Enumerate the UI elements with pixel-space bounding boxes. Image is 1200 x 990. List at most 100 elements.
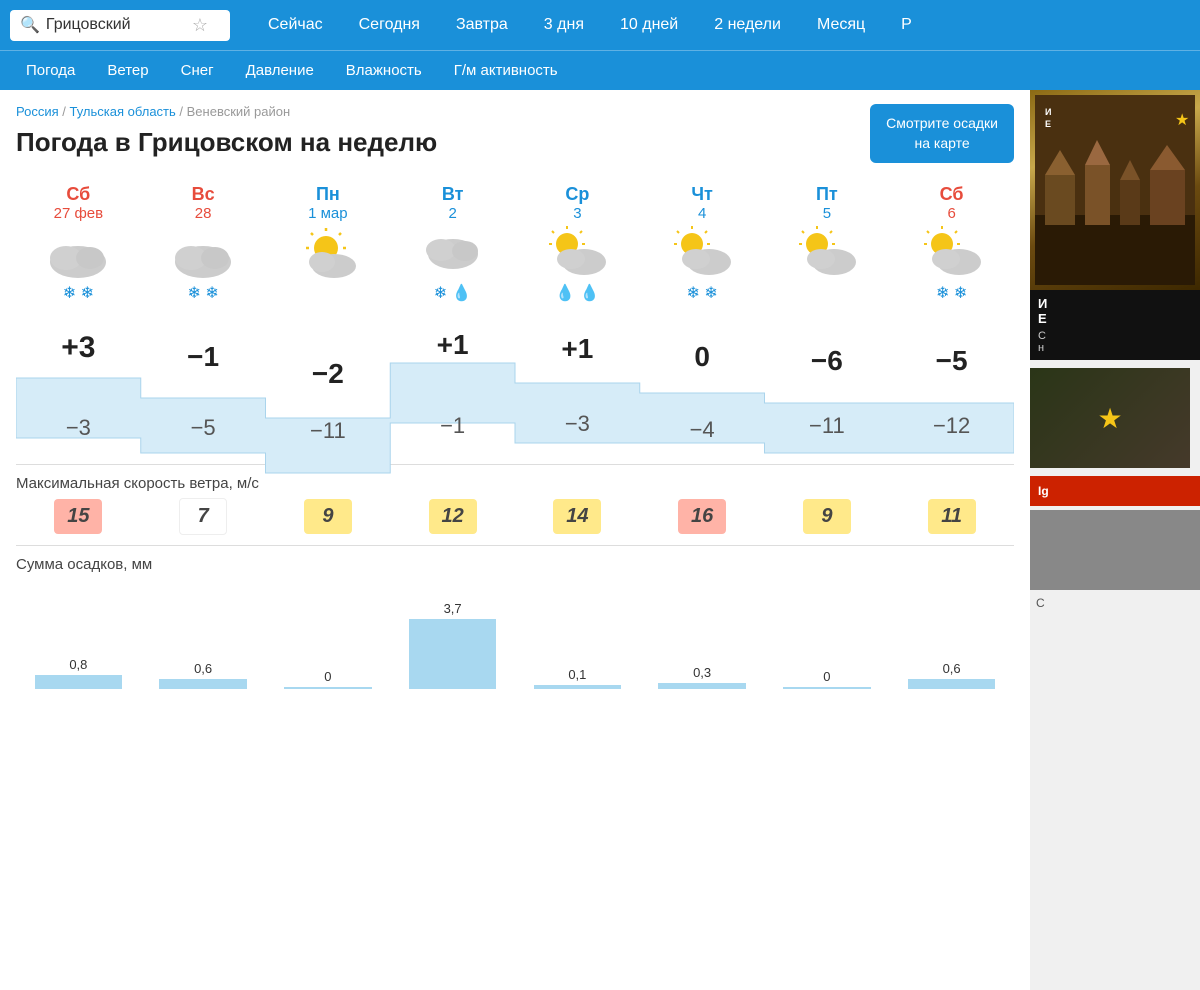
temp-col-6: −6 −11 (765, 323, 890, 444)
temp-lo-3: −1 (440, 361, 465, 439)
temp-lo-1: −5 (191, 373, 216, 441)
header-row: Россия / Тульская область / Веневский ра… (16, 104, 1014, 172)
icon-col-0 (16, 224, 141, 279)
temp-lo-4: −3 (565, 365, 590, 437)
day-name-3: Вт (442, 184, 464, 205)
temp-lo-0: −3 (66, 365, 91, 441)
precip-val-2: 0 (324, 669, 331, 684)
sidebar-ad2: ★ (1030, 368, 1190, 468)
icon-col-7 (889, 224, 1014, 279)
precip-bar-col-0: 0,8 (16, 579, 141, 689)
wind-col-7: 11 (889, 498, 1014, 535)
nav-link-more[interactable]: Р (883, 0, 930, 50)
day-date-4: 3 (573, 205, 581, 222)
weather-icon-0 (38, 224, 118, 279)
precip-icon-5: ❄ ❄ (686, 283, 717, 303)
precip-icon-3: ❄ 💧 (434, 283, 472, 303)
precip-bar-col-1: 0,6 (141, 579, 266, 689)
nav-link-today[interactable]: Сегодня (341, 0, 438, 50)
subnav-pressure[interactable]: Давление (230, 51, 330, 91)
temp-hi-4: +1 (561, 323, 593, 365)
precip-bar-1 (159, 679, 246, 689)
sidebar-ad3: Ig (1030, 476, 1200, 506)
precip-label: Сумма осадков, мм (16, 556, 1014, 573)
temp-lo-7: −12 (933, 377, 970, 439)
sidebar-ad3-text: Ig (1038, 484, 1049, 498)
nav-link-month[interactable]: Месяц (799, 0, 883, 50)
svg-text:И: И (1045, 107, 1051, 117)
svg-text:★: ★ (1175, 112, 1189, 129)
search-input[interactable] (46, 16, 186, 34)
temp-col-1: −1 −5 (141, 323, 266, 444)
subnav-wind[interactable]: Ветер (91, 51, 164, 91)
day-date-3: 2 (448, 205, 456, 222)
day-name-6: Пт (816, 184, 838, 205)
breadcrumb-region[interactable]: Тульская область (70, 104, 176, 119)
temperature-section: +3 −3 −1 −5 −2 −11 +1 −1 (16, 323, 1014, 444)
page-title: Погода в Грицовском на неделю (16, 127, 437, 158)
precip-bar-6 (783, 687, 870, 689)
search-box[interactable]: 🔍 ☆ (10, 10, 230, 41)
icon-col-6 (765, 224, 890, 279)
wind-row: 15 7 9 12 14 16 9 (16, 498, 1014, 535)
search-icon: 🔍 (20, 15, 40, 35)
content-area: Россия / Тульская область / Веневский ра… (0, 90, 1030, 990)
subnav-humidity[interactable]: Влажность (330, 51, 438, 91)
precip-val-0: 0,8 (69, 657, 87, 672)
nav-link-2week[interactable]: 2 недели (696, 0, 799, 50)
precip-col-1: ❄ ❄ (141, 283, 266, 313)
wind-col-4: 14 (515, 498, 640, 535)
subnav-snow[interactable]: Снег (165, 51, 230, 91)
subnav-gm[interactable]: Г/м активность (438, 51, 574, 91)
sidebar: ★ И Е ИЕ Сн ★ Ig С (1030, 90, 1200, 990)
day-date-1: 28 (195, 205, 212, 222)
nav-link-3day[interactable]: 3 дня (526, 0, 602, 50)
wind-col-1: 7 (141, 498, 266, 535)
favorite-icon[interactable]: ☆ (192, 15, 208, 36)
sidebar-ad-desc: Сн (1038, 330, 1192, 354)
breadcrumb: Россия / Тульская область / Веневский ра… (16, 104, 437, 119)
wind-value-1: 7 (179, 498, 227, 535)
precip-bar-col-6: 0 (765, 579, 890, 689)
day-col-0: Сб 27 фев (16, 184, 141, 222)
day-name-7: Сб (940, 184, 964, 205)
precip-col-7: ❄ ❄ (889, 283, 1014, 313)
precip-bar-7 (908, 679, 995, 689)
nav-link-tomorrow[interactable]: Завтра (438, 0, 526, 50)
sidebar-ad-title: ИЕ (1038, 296, 1192, 326)
precip-bar-col-4: 0,1 (515, 579, 640, 689)
temp-col-7: −5 −12 (889, 323, 1014, 444)
wind-value-6: 9 (803, 499, 851, 534)
weather-icon-5 (662, 224, 742, 279)
weather-icon-7 (912, 224, 992, 279)
nav-links: Сейчас Сегодня Завтра 3 дня 10 дней 2 не… (250, 0, 930, 50)
precip-val-3: 3,7 (444, 601, 462, 616)
precip-val-7: 0,6 (943, 661, 961, 676)
day-col-3: Вт 2 (390, 184, 515, 222)
precip-bar-4 (534, 685, 621, 689)
precip-icon-0: ❄ ❄ (63, 283, 94, 303)
sidebar-ad4 (1030, 510, 1200, 590)
precip-icon-4: 💧 💧 (555, 283, 599, 303)
temp-hi-2: −2 (312, 323, 344, 390)
wind-col-0: 15 (16, 498, 141, 535)
temp-hi-3: +1 (437, 323, 469, 361)
map-button[interactable]: Смотрите осадкина карте (870, 104, 1014, 163)
day-col-1: Вс 28 (141, 184, 266, 222)
day-col-6: Пт 5 (765, 184, 890, 222)
nav-link-now[interactable]: Сейчас (250, 0, 341, 50)
precip-bar-5 (658, 683, 745, 689)
temp-hi-6: −6 (811, 323, 843, 377)
sidebar-ad2-content: ★ (1030, 368, 1190, 468)
subnav-weather[interactable]: Погода (10, 51, 91, 91)
precip-bar-col-2: 0 (266, 579, 391, 689)
wind-value-7: 11 (928, 499, 976, 534)
svg-text:Е: Е (1045, 119, 1051, 129)
wind-col-5: 16 (640, 498, 765, 535)
weather-icons-row (16, 224, 1014, 279)
weather-icon-1 (163, 224, 243, 279)
breadcrumb-russia[interactable]: Россия (16, 104, 59, 119)
nav-link-10day[interactable]: 10 дней (602, 0, 696, 50)
precip-val-6: 0 (823, 669, 830, 684)
icon-col-1 (141, 224, 266, 279)
